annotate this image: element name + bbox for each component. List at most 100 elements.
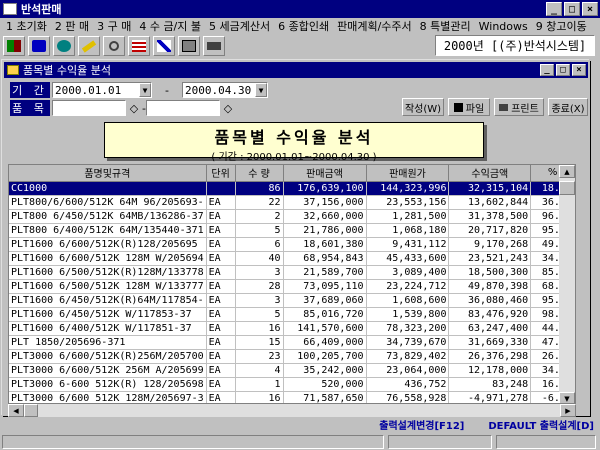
toolbar-cross-button[interactable] [153, 36, 175, 56]
date-separator: - [165, 83, 169, 97]
child-maximize-button[interactable]: □ [556, 64, 570, 76]
status-bar [0, 434, 600, 450]
table-row[interactable]: PLT1600 6/600/512K 128M W/205694 EA 40 68,9… [9, 251, 575, 266]
toolbar-edit-button[interactable] [78, 36, 100, 56]
globe-icon [57, 40, 71, 52]
column-header[interactable]: 수 량 [235, 165, 284, 182]
child-minimize-button[interactable]: _ [540, 64, 554, 76]
table-cell: 35,242,000 [283, 363, 367, 378]
table-cell: PLT 1850/205696-371 [9, 335, 207, 350]
toolbar-calculator-button[interactable] [178, 36, 200, 56]
toolbar-exit-button[interactable] [3, 36, 25, 56]
table-cell: 176,639,100 [283, 181, 367, 196]
table-row[interactable]: PLT3000 6/600/512K(R)256M/205700 EA 23 100,… [9, 349, 575, 364]
table-row[interactable]: PLT1600 6/500/512K 128M W/133777 EA 28 73,0… [9, 279, 575, 294]
table-cell: PLT1600 6/450/512K W/117853-37 [9, 307, 207, 322]
vertical-scroll-thumb[interactable] [559, 181, 575, 195]
menu-windows[interactable]: Windows [475, 20, 532, 33]
item-to-lookup-icon[interactable]: ◇ [221, 101, 235, 115]
report-grid[interactable]: 품명및규격 단위 수 량 판매금액 판매원가 수익금액 % CC1000 86 17… [8, 164, 576, 404]
column-header[interactable]: 판매원가 [366, 165, 450, 182]
menu-sales-plan[interactable]: 판매계획/수주서 [333, 18, 416, 34]
toolbar-printer-button[interactable] [203, 36, 225, 56]
table-cell: 6 [235, 237, 284, 252]
column-header[interactable]: 단위 [206, 165, 236, 182]
child-title-bar: 품목별 수익율 분석 _ □ × [4, 62, 588, 78]
scroll-up-icon[interactable]: ▲ [559, 165, 575, 178]
table-cell: 37,156,000 [283, 195, 367, 210]
table-cell: 86 [235, 181, 284, 196]
column-header[interactable]: 판매금액 [283, 165, 367, 182]
table-row[interactable]: CC1000 86 176,639,100 144,323,996 32,315,104… [9, 181, 575, 196]
table-row[interactable]: PLT3000 6/600/512K 256M A/205699 EA 4 35,24… [9, 363, 575, 378]
table-cell: 18,601,380 [283, 237, 367, 252]
table-cell: 520,000 [283, 377, 367, 392]
table-row[interactable]: PLT1600 6/400/512K W/117851-37 EA 16 141,57… [9, 321, 575, 336]
output-design-change-link[interactable]: 출력설계변경[F12] [379, 417, 464, 432]
menu-tax-invoice[interactable]: 5 세금계산서 [205, 18, 274, 34]
menu-special[interactable]: 8 특별관리 [416, 18, 475, 34]
item-to-input[interactable] [145, 100, 220, 116]
table-cell: 32,660,000 [283, 209, 367, 224]
table-row[interactable]: PLT 1850/205696-371 EA 15 66,409,000 34,739,… [9, 335, 575, 350]
date-to-dropdown-icon[interactable]: ▼ [255, 83, 267, 97]
table-row[interactable]: PLT1600 6/600/512K(R)128/205695 EA 6 18,601… [9, 237, 575, 252]
table-cell: 34,739,670 [366, 335, 450, 350]
table-cell: EA [206, 349, 236, 364]
bottom-links: 출력설계변경[F12] DEFAULT 출력설계[D] [0, 416, 600, 432]
table-cell: 73,829,402 [366, 349, 450, 364]
table-row[interactable]: PLT1600 6/450/512K W/117853-37 EA 5 85,016,… [9, 307, 575, 322]
table-cell: 12,178,000 [448, 363, 532, 378]
table-row[interactable]: PLT1600 6/450/512K(R)64M/117854- EA 3 37,68… [9, 293, 575, 308]
print-button[interactable]: 프린트 [494, 98, 544, 116]
minimize-button[interactable]: _ [546, 2, 562, 16]
profit-analysis-window: 품목별 수익율 분석 _ □ × 기 간 2000.01.01 ▼ - 2000… [2, 60, 590, 417]
file-button[interactable]: 파일 [448, 98, 490, 116]
exit-button[interactable]: 종료(X) [548, 98, 588, 116]
child-close-button[interactable]: × [572, 64, 586, 76]
table-cell: 36,080,460 [448, 293, 532, 308]
vertical-scrollbar[interactable]: ▲ ▼ [559, 165, 575, 403]
window-icon [7, 65, 19, 75]
item-from-input[interactable] [52, 100, 126, 116]
toolbar-globe-button[interactable] [53, 36, 75, 56]
table-row[interactable]: PLT800/6/600/512K 64M 96/205693- EA 22 37,1… [9, 195, 575, 210]
item-from-lookup-icon[interactable]: ◇ [127, 101, 141, 115]
table-row[interactable]: PLT3000 6/600 512K 128M/205697-3 EA 16 71,5… [9, 391, 575, 403]
table-cell: 76,558,928 [366, 391, 450, 403]
table-row[interactable]: PLT800 6/450/512K 64MB/136286-37 EA 2 32,66… [9, 209, 575, 224]
table-cell: EA [206, 377, 236, 392]
menu-warehouse[interactable]: 9 창고이동 [532, 18, 591, 34]
toolbar-network-button[interactable] [28, 36, 50, 56]
table-cell: 1 [235, 377, 284, 392]
table-header-row: 품명및규격 단위 수 량 판매금액 판매원가 수익금액 % [9, 165, 575, 182]
table-row[interactable]: PLT3000 6-600 512K(R) 128/205698 EA 1 520,0… [9, 377, 575, 392]
print-button-label: 프린트 [511, 103, 539, 115]
default-output-design-link[interactable]: DEFAULT 출력설계[D] [488, 417, 594, 432]
menu-sales[interactable]: 2 판 매 [51, 18, 93, 34]
table-cell: EA [206, 251, 236, 266]
menu-receipts[interactable]: 4 수 금/지 불 [135, 18, 205, 34]
table-cell: 144,323,996 [366, 181, 450, 196]
table-cell: PLT1600 6/400/512K W/117851-37 [9, 321, 207, 336]
scroll-down-icon[interactable]: ▼ [559, 392, 575, 403]
table-cell: 26,376,298 [448, 349, 532, 364]
table-cell: EA [206, 195, 236, 210]
menu-purchase[interactable]: 3 구 매 [93, 18, 135, 34]
table-row[interactable]: PLT1600 6/500/512K(R)128M/133778 EA 3 21,58… [9, 265, 575, 280]
menu-init[interactable]: 1 초기화 [2, 18, 51, 34]
table-row[interactable]: PLT800 6/400/512K 64M/135440-371 EA 5 21,78… [9, 223, 575, 238]
company-display: 2000년 [(주)반석시스템] [435, 35, 595, 56]
date-from-field[interactable]: 2000.01.01 ▼ [52, 82, 152, 98]
toolbar-search-button[interactable] [103, 36, 125, 56]
table-cell: 78,323,200 [366, 321, 450, 336]
compose-button[interactable]: 작성(W) [402, 98, 444, 116]
column-header[interactable]: 품명및규격 [9, 165, 207, 182]
column-header[interactable]: 수익금액 [448, 165, 532, 182]
date-to-field[interactable]: 2000.04.30 ▼ [182, 82, 268, 98]
close-button[interactable]: × [582, 2, 598, 16]
toolbar-grid-button[interactable] [128, 36, 150, 56]
menu-print[interactable]: 6 종합인쇄 [274, 18, 333, 34]
date-from-dropdown-icon[interactable]: ▼ [139, 83, 151, 97]
maximize-button[interactable]: □ [564, 2, 580, 16]
